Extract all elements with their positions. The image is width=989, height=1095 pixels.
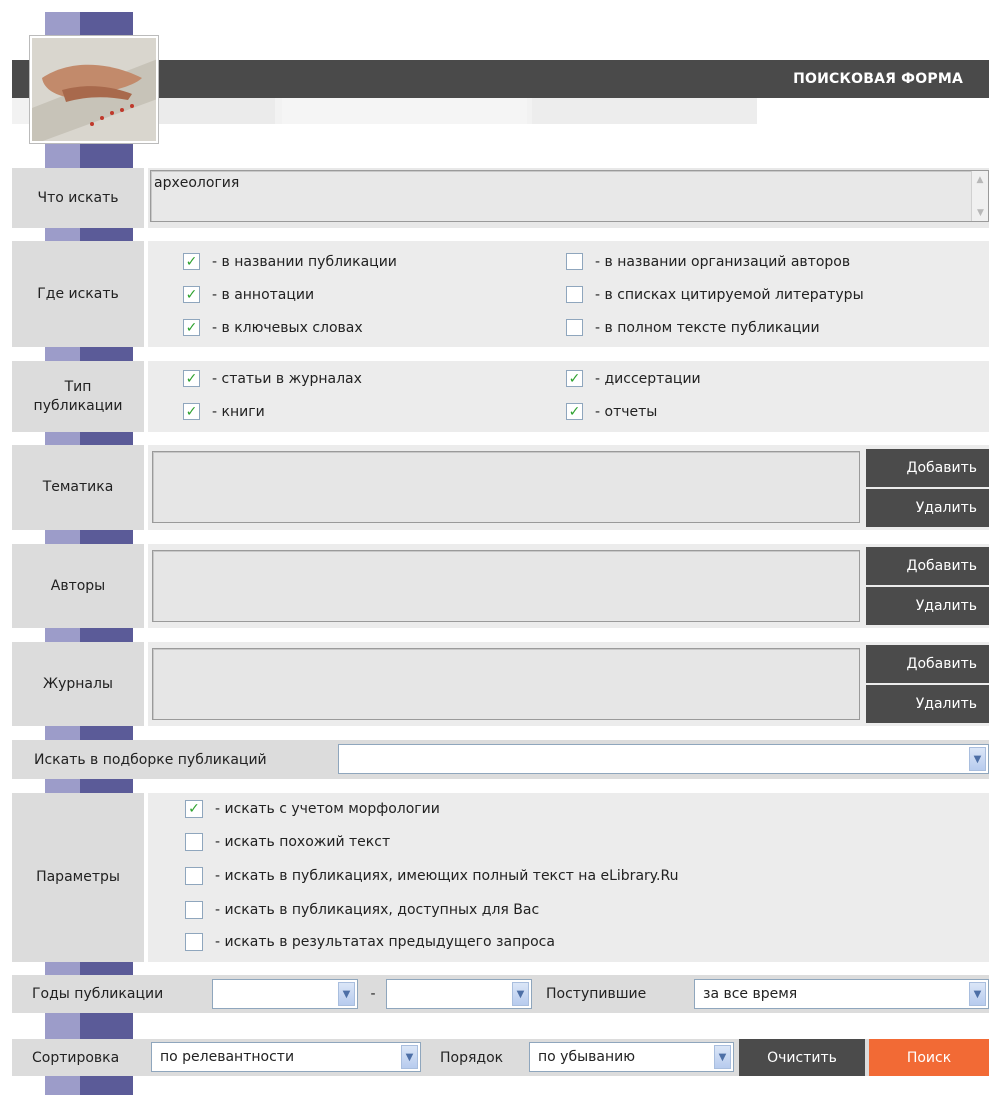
authors-list[interactable]	[152, 550, 860, 622]
years-label: Годы публикации	[32, 986, 164, 1002]
header-photo	[29, 35, 159, 144]
collection-row: Искать в подборке публикаций ▼	[12, 740, 989, 779]
params-option[interactable]: ✓ - искать с учетом морфологии	[185, 800, 440, 818]
pubtype-row: Тип публикации ✓ - статьи в журналах ✓ - к…	[12, 361, 989, 432]
sorting-row: Сортировка по релевантности ▼ Порядок по…	[12, 1039, 989, 1076]
order-label: Порядок	[440, 1049, 504, 1066]
checkbox-icon[interactable]	[185, 867, 203, 885]
chevron-down-icon[interactable]: ▼	[969, 747, 986, 771]
checkbox-icon[interactable]	[566, 319, 583, 336]
query-label: Что искать	[12, 168, 144, 228]
year-from-select[interactable]: ▼	[212, 979, 358, 1009]
authors-add-button[interactable]: Добавить	[866, 547, 989, 585]
scroll-up-icon[interactable]: ▲	[972, 171, 988, 188]
where-option[interactable]: ✓ - в названии публикации	[183, 253, 397, 270]
decor-block	[45, 1076, 133, 1095]
topics-add-button[interactable]: Добавить	[866, 449, 989, 487]
journals-row: Журналы Добавить Удалить	[12, 642, 989, 726]
journals-add-button[interactable]: Добавить	[866, 645, 989, 683]
chevron-down-icon[interactable]: ▼	[401, 1045, 418, 1069]
params-option[interactable]: - искать в публикациях, доступных для Ва…	[185, 901, 539, 919]
params-row: Параметры ✓ - искать с учетом морфологии …	[12, 793, 989, 962]
authors-remove-button[interactable]: Удалить	[866, 587, 989, 625]
query-value: археология	[154, 175, 240, 191]
topics-remove-button[interactable]: Удалить	[866, 489, 989, 527]
checkbox-icon[interactable]: ✓	[566, 403, 583, 420]
pubtype-option[interactable]: ✓ - отчеты	[566, 403, 657, 420]
checkbox-icon[interactable]: ✓	[183, 370, 200, 387]
decor-block	[45, 1013, 133, 1039]
decor-block	[45, 432, 133, 445]
header-bar: ПОИСКОВАЯ ФОРМА	[12, 60, 989, 98]
years-row: Годы публикации ▼ - ▼ Поступившие за все…	[12, 975, 989, 1013]
received-label: Поступившие	[546, 986, 647, 1002]
where-option[interactable]: - в названии организаций авторов	[566, 253, 850, 270]
topics-row: Тематика Добавить Удалить	[12, 445, 989, 530]
checkbox-icon[interactable]	[185, 833, 203, 851]
journals-list[interactable]	[152, 648, 860, 720]
year-to-select[interactable]: ▼	[386, 979, 532, 1009]
chevron-down-icon[interactable]: ▼	[969, 982, 986, 1006]
journals-label: Журналы	[12, 642, 144, 726]
topics-list[interactable]	[152, 451, 860, 523]
where-option[interactable]: - в полном тексте публикации	[566, 319, 820, 336]
query-input[interactable]: археология ▲ ▼	[150, 170, 989, 222]
decor-block	[45, 530, 133, 544]
params-option[interactable]: - искать в результатах предыдущего запро…	[185, 933, 555, 951]
scroll-down-icon[interactable]: ▼	[972, 204, 989, 221]
where-option[interactable]: ✓ - в ключевых словах	[183, 319, 363, 336]
authors-label: Авторы	[12, 544, 144, 628]
received-select[interactable]: за все время ▼	[694, 979, 989, 1009]
decor-block	[45, 779, 133, 793]
pubtype-option[interactable]: ✓ - диссертации	[566, 370, 701, 387]
order-select[interactable]: по убыванию ▼	[529, 1042, 734, 1072]
collection-label: Искать в подборке публикаций	[34, 751, 267, 768]
where-option[interactable]: - в списках цитируемой литературы	[566, 286, 864, 303]
decor-block	[45, 12, 133, 36]
pubtype-option[interactable]: ✓ - книги	[183, 403, 265, 420]
checkbox-icon[interactable]	[185, 901, 203, 919]
query-row: Что искать археология ▲ ▼	[12, 168, 989, 228]
where-option[interactable]: ✓ - в аннотации	[183, 286, 314, 303]
sort-select[interactable]: по релевантности ▼	[151, 1042, 421, 1072]
checkbox-icon[interactable]	[566, 286, 583, 303]
collection-select[interactable]: ▼	[338, 744, 989, 774]
decor-block	[45, 628, 133, 642]
decor-block	[45, 962, 133, 975]
sorting-label: Сортировка	[32, 1049, 120, 1066]
search-button[interactable]: Поиск	[869, 1039, 989, 1076]
pubtype-label: Тип публикации	[12, 361, 144, 432]
checkbox-icon[interactable]	[566, 253, 583, 270]
decor-block	[45, 347, 133, 361]
where-row: Где искать ✓ - в названии публикации ✓ - в…	[12, 241, 989, 347]
checkbox-icon[interactable]: ✓	[183, 403, 200, 420]
checkbox-icon[interactable]: ✓	[566, 370, 583, 387]
chevron-down-icon[interactable]: ▼	[338, 982, 355, 1006]
journals-remove-button[interactable]: Удалить	[866, 685, 989, 723]
decor-block	[45, 143, 133, 168]
where-label: Где искать	[12, 241, 144, 347]
params-option[interactable]: - искать похожий текст	[185, 833, 390, 851]
checkbox-icon[interactable]: ✓	[183, 286, 200, 303]
chevron-down-icon[interactable]: ▼	[714, 1045, 731, 1069]
checkbox-icon[interactable]: ✓	[183, 253, 200, 270]
checkbox-icon[interactable]: ✓	[185, 800, 203, 818]
params-option[interactable]: - искать в публикациях, имеющих полный т…	[185, 867, 678, 885]
chevron-down-icon[interactable]: ▼	[512, 982, 529, 1006]
params-label: Параметры	[12, 793, 144, 962]
authors-row: Авторы Добавить Удалить	[12, 544, 989, 628]
years-dash: -	[370, 986, 376, 1002]
topics-label: Тематика	[12, 445, 144, 530]
query-scrollbar[interactable]: ▲ ▼	[971, 171, 988, 221]
page-title: ПОИСКОВАЯ ФОРМА	[793, 71, 963, 87]
checkbox-icon[interactable]: ✓	[183, 319, 200, 336]
decor-block	[45, 726, 133, 740]
clear-button[interactable]: Очистить	[739, 1039, 865, 1076]
pubtype-option[interactable]: ✓ - статьи в журналах	[183, 370, 362, 387]
decor-block	[45, 228, 133, 241]
checkbox-icon[interactable]	[185, 933, 203, 951]
